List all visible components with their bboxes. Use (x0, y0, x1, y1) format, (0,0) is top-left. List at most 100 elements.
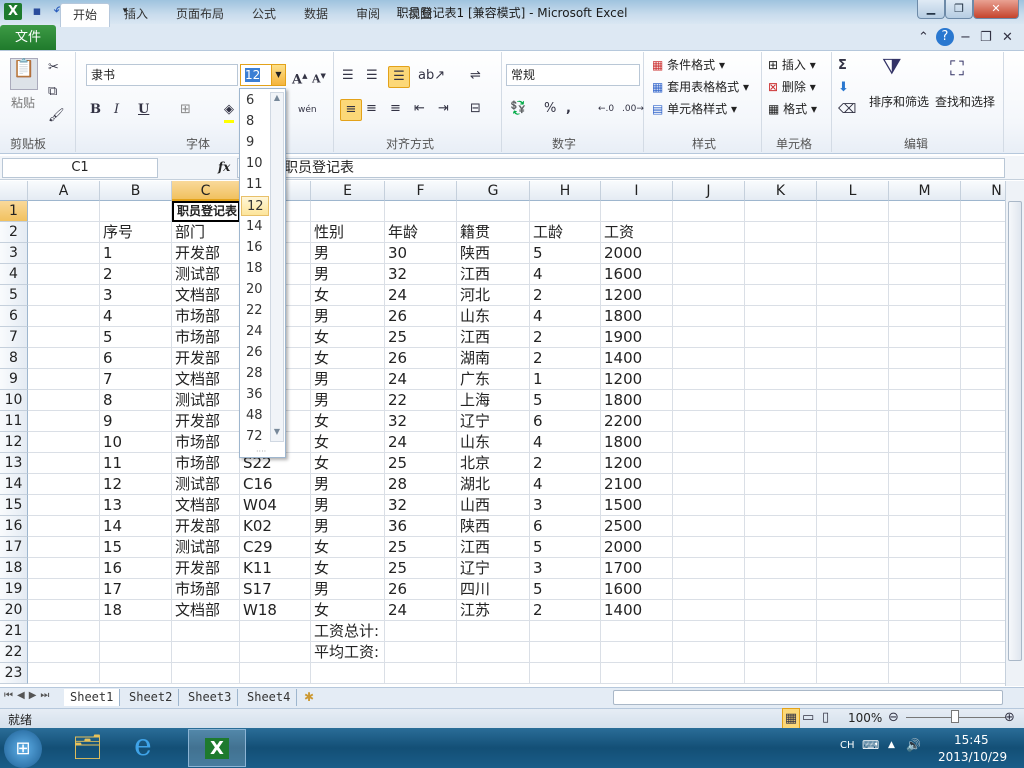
clock-time[interactable]: 15:45 (954, 733, 989, 747)
cell-B2[interactable]: 序号 (100, 222, 172, 243)
cell-E17[interactable]: 女 (311, 537, 385, 558)
cell-G14[interactable]: 湖北 (457, 474, 530, 495)
row-header-12[interactable]: 12 (0, 432, 28, 453)
cell-L7[interactable] (817, 327, 889, 348)
cell-N7[interactable] (961, 327, 1005, 348)
align-middle-icon[interactable]: ☰ (366, 66, 378, 86)
cell-F4[interactable]: 32 (385, 264, 457, 285)
workbook-close-icon[interactable]: ✕ (1002, 28, 1013, 48)
cell-N12[interactable] (961, 432, 1005, 453)
cell-L11[interactable] (817, 411, 889, 432)
cell-B7[interactable]: 5 (100, 327, 172, 348)
zoom-out-icon[interactable]: ⊖ (888, 708, 899, 728)
cell-B11[interactable]: 9 (100, 411, 172, 432)
cell-E5[interactable]: 女 (311, 285, 385, 306)
cell-H23[interactable] (530, 663, 601, 684)
row-header-17[interactable]: 17 (0, 537, 28, 558)
cell-L8[interactable] (817, 348, 889, 369)
cell-I10[interactable]: 1800 (601, 390, 673, 411)
grow-font-icon[interactable]: A▲ (292, 66, 307, 90)
cell-N10[interactable] (961, 390, 1005, 411)
cell-N15[interactable] (961, 495, 1005, 516)
cell-C2[interactable]: 部门 (172, 222, 240, 243)
cell-E13[interactable]: 女 (311, 453, 385, 474)
cell-E23[interactable] (311, 663, 385, 684)
cell-I3[interactable]: 2000 (601, 243, 673, 264)
align-top-icon[interactable]: ☰ (342, 66, 354, 86)
cell-C13[interactable]: 市场部 (172, 453, 240, 474)
column-header-H[interactable]: H (530, 181, 601, 201)
cell-D15[interactable]: W04 (240, 495, 311, 516)
cell-F16[interactable]: 36 (385, 516, 457, 537)
cell-M7[interactable] (889, 327, 961, 348)
sheet-tab-sheet2[interactable]: Sheet2 (123, 689, 180, 706)
cell-K11[interactable] (745, 411, 817, 432)
language-indicator[interactable]: CH (840, 740, 855, 751)
restore-button[interactable]: ❐ (945, 0, 973, 19)
cell-L4[interactable] (817, 264, 889, 285)
shrink-font-icon[interactable]: A▼ (312, 66, 326, 90)
zoom-slider-thumb[interactable] (951, 710, 959, 723)
worksheet-grid[interactable]: ABCDEFGHIJKLMN1职员登记表2序号部门编号性别年龄籍贯工龄工资31开… (0, 181, 1005, 686)
font-name-combo[interactable]: 隶书 (86, 64, 238, 86)
dropdown-scrollbar[interactable] (270, 92, 284, 442)
orientation-icon[interactable]: ab↗ (418, 66, 445, 86)
cell-I4[interactable]: 1600 (601, 264, 673, 285)
cell-C5[interactable]: 文档部 (172, 285, 240, 306)
cell-K7[interactable] (745, 327, 817, 348)
cell-D20[interactable]: W18 (240, 600, 311, 621)
cell-M8[interactable] (889, 348, 961, 369)
currency-icon[interactable]: 💱 (510, 99, 526, 119)
cell-J5[interactable] (673, 285, 745, 306)
vertical-scrollbar[interactable] (1005, 181, 1024, 686)
vertical-scroll-thumb[interactable] (1008, 201, 1022, 661)
name-box[interactable]: C1 (2, 158, 158, 178)
cell-J6[interactable] (673, 306, 745, 327)
cell-B14[interactable]: 12 (100, 474, 172, 495)
cell-J11[interactable] (673, 411, 745, 432)
sheet-tab-sheet3[interactable]: Sheet3 (182, 689, 239, 706)
bold-button[interactable]: B (90, 100, 101, 120)
cell-A9[interactable] (28, 369, 100, 390)
cell-G18[interactable]: 辽宁 (457, 558, 530, 579)
cell-K14[interactable] (745, 474, 817, 495)
italic-button[interactable]: I (114, 100, 119, 120)
cell-D22[interactable] (240, 642, 311, 663)
column-header-M[interactable]: M (889, 181, 961, 201)
cell-E6[interactable]: 男 (311, 306, 385, 327)
cell-F10[interactable]: 22 (385, 390, 457, 411)
cell-L23[interactable] (817, 663, 889, 684)
cell-M13[interactable] (889, 453, 961, 474)
sort-filter-button[interactable]: 排序和筛选 (869, 93, 929, 110)
cell-B5[interactable]: 3 (100, 285, 172, 306)
cell-E15[interactable]: 男 (311, 495, 385, 516)
cell-G13[interactable]: 北京 (457, 453, 530, 474)
cell-G8[interactable]: 湖南 (457, 348, 530, 369)
column-header-C[interactable]: C (172, 181, 240, 201)
minimize-ribbon-icon[interactable]: ⌃ (918, 28, 929, 48)
conditional-formatting-button[interactable]: ▦ 条件格式 ▾ (652, 56, 725, 73)
cell-G21[interactable] (457, 621, 530, 642)
cell-I13[interactable]: 1200 (601, 453, 673, 474)
fill-icon[interactable]: ⬇ (838, 78, 849, 98)
number-format-combo[interactable]: 常规 (506, 64, 640, 86)
show-hidden-icons[interactable]: ▲ (888, 740, 895, 750)
cell-H8[interactable]: 2 (530, 348, 601, 369)
font-size-option-14[interactable]: 14 (241, 217, 269, 237)
cell-L1[interactable] (817, 201, 889, 222)
cut-icon[interactable]: ✂ (48, 58, 59, 78)
cell-M15[interactable] (889, 495, 961, 516)
font-size-option-72[interactable]: 72 (241, 427, 269, 447)
cell-A20[interactable] (28, 600, 100, 621)
cell-H14[interactable]: 4 (530, 474, 601, 495)
cell-C6[interactable]: 市场部 (172, 306, 240, 327)
cell-N14[interactable] (961, 474, 1005, 495)
font-size-dropdown-list[interactable]: ▲ ▼ ···· 6 8 9 10 11 12 14 16 18 20 22 24 26 28 36 48 72 (239, 88, 286, 458)
cell-H17[interactable]: 5 (530, 537, 601, 558)
cell-B4[interactable]: 2 (100, 264, 172, 285)
cell-B8[interactable]: 6 (100, 348, 172, 369)
cell-G7[interactable]: 江西 (457, 327, 530, 348)
cell-N8[interactable] (961, 348, 1005, 369)
horizontal-scrollbar[interactable] (613, 690, 1003, 705)
cell-N16[interactable] (961, 516, 1005, 537)
